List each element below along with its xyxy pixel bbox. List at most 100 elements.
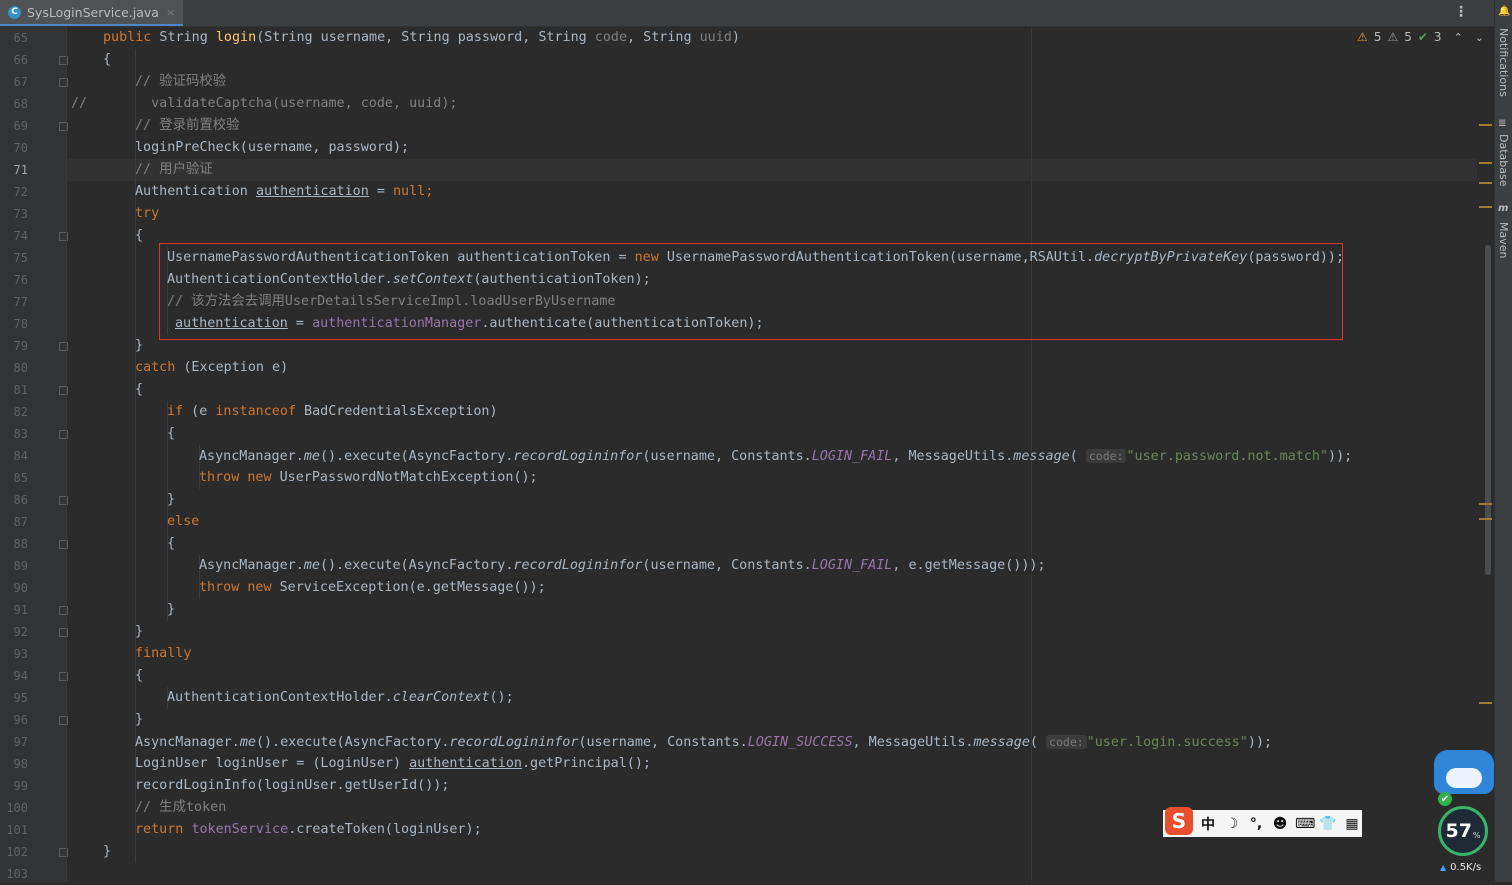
line-number[interactable]: 88 (0, 533, 28, 555)
skin-shirt-icon[interactable]: 👕 (1319, 816, 1337, 832)
code-line-82: if (e instanceof BadCredentialsException… (167, 404, 498, 419)
error-stripe-mark[interactable] (1479, 702, 1492, 704)
line-number[interactable]: 93 (0, 643, 28, 665)
code-line-91: } (167, 602, 176, 617)
close-tab-icon[interactable]: × (166, 6, 175, 19)
line-number[interactable]: 66 (0, 49, 28, 71)
line-number[interactable]: 76 (0, 269, 28, 291)
maven-panel-button[interactable]: Maven (1497, 222, 1510, 258)
code-line-72: Authentication authentication = null; (135, 184, 434, 199)
line-number[interactable]: 100 (0, 797, 28, 819)
code-line-90: throw new ServiceException(e.getMessage(… (199, 580, 546, 595)
cpu-percent-value: 57 (1445, 820, 1472, 842)
weak-warning-icon: ⚠ (1387, 30, 1399, 44)
line-number[interactable]: 81 (0, 379, 28, 401)
error-stripe-mark[interactable] (1479, 518, 1492, 520)
ime-toolbar[interactable]: S 中 ☽ °, ☻ ⌨ 👕 ▦ (1163, 806, 1362, 837)
database-panel-button[interactable]: Database (1497, 134, 1510, 187)
line-number[interactable]: 96 (0, 709, 28, 731)
inspection-summary[interactable]: ⚠ 5 ⚠ 5 ✔ 3 ⌃ ⌄ (1357, 30, 1484, 44)
code-editor[interactable]: public String login(String username, Str… (67, 27, 1494, 882)
robot-mascot-icon (1434, 750, 1494, 794)
line-number[interactable]: 102 (0, 841, 28, 863)
line-number[interactable]: 82 (0, 401, 28, 423)
line-number[interactable]: 77 (0, 291, 28, 313)
line-number[interactable]: 90 (0, 577, 28, 599)
notifications-panel-button[interactable]: Notifications (1497, 28, 1510, 97)
code-line-69: // 登录前置校验 (135, 118, 240, 133)
error-stripe-mark[interactable] (1479, 124, 1492, 126)
code-line-101: return tokenService.createToken(loginUse… (135, 822, 482, 837)
line-number[interactable]: 79 (0, 335, 28, 357)
error-stripe-mark[interactable] (1479, 182, 1492, 184)
ime-mode-toggle[interactable]: 中 (1199, 814, 1217, 834)
line-number[interactable]: 74 (0, 225, 28, 247)
emoji-icon[interactable]: ☻ (1271, 816, 1289, 832)
code-line-68: validateCaptcha(username, code, uuid); (135, 96, 458, 111)
code-line-88: { (167, 536, 176, 551)
code-line-100: // 生成token (135, 800, 227, 815)
weak-warning-count: 5 (1404, 30, 1412, 44)
code-line-74: { (135, 228, 144, 243)
warning-icon: ⚠ (1357, 30, 1368, 44)
code-line-66: { (103, 52, 112, 67)
percent-sign: % (1472, 830, 1481, 840)
code-line-65: public String login(String username, Str… (103, 30, 740, 45)
line-number[interactable]: 68 (0, 93, 28, 115)
code-line-94: { (135, 668, 144, 683)
line-number[interactable]: 98 (0, 753, 28, 775)
line-number-gutter: 65 66 67 68 69 70 71 72 73 74 75 76 77 78 79 80 81 82 83 84… (0, 27, 68, 882)
line-number[interactable]: 94 (0, 665, 28, 687)
half-width-moon-icon[interactable]: ☽ (1223, 816, 1241, 832)
sogou-logo-icon[interactable]: S (1165, 806, 1193, 835)
java-class-icon: C (8, 5, 21, 19)
parameter-hint: code: (1046, 735, 1087, 749)
notifications-bell-icon[interactable]: 🔔 (1498, 6, 1510, 17)
line-number[interactable]: 97 (0, 731, 28, 753)
toolbox-grid-icon[interactable]: ▦ (1343, 816, 1361, 832)
line-number[interactable]: 70 (0, 137, 28, 159)
line-number[interactable]: 92 (0, 621, 28, 643)
line-number[interactable]: 91 (0, 599, 28, 621)
scrollbar-thumb[interactable] (1485, 245, 1491, 575)
line-number[interactable]: 87 (0, 511, 28, 533)
line-number[interactable]: 71 (0, 159, 28, 181)
line-number[interactable]: 69 (0, 115, 28, 137)
cpu-gauge: 57% (1438, 806, 1488, 856)
line-number[interactable]: 89 (0, 555, 28, 577)
line-number[interactable]: 85 (0, 467, 28, 489)
line-number[interactable]: 86 (0, 489, 28, 511)
line-number[interactable]: 78 (0, 313, 28, 335)
editor-tab-bar: C SysLoginService.java × ⋮ (0, 0, 1494, 27)
error-stripe-mark[interactable] (1479, 206, 1492, 208)
right-tool-strip (1494, 0, 1512, 882)
punctuation-icon[interactable]: °, (1247, 816, 1265, 832)
tab-syslogin-service[interactable]: C SysLoginService.java × (0, 0, 184, 26)
line-number[interactable]: 99 (0, 775, 28, 797)
line-number[interactable]: 95 (0, 687, 28, 709)
system-monitor-widget[interactable]: ✔ 57% ▲ 0.5K/s (1432, 748, 1496, 882)
line-number[interactable]: 83 (0, 423, 28, 445)
line-number[interactable]: 72 (0, 181, 28, 203)
database-icon[interactable]: ≣ (1498, 118, 1506, 129)
keyboard-icon[interactable]: ⌨ (1295, 816, 1315, 832)
line-number[interactable]: 73 (0, 203, 28, 225)
code-line-92: } (135, 624, 144, 639)
line-number[interactable]: 101 (0, 819, 28, 841)
maven-icon[interactable]: m (1498, 203, 1508, 214)
code-line-86: } (167, 492, 176, 507)
code-line-73: try (135, 206, 160, 221)
code-line-67: // 验证码校验 (135, 74, 227, 89)
line-number[interactable]: 84 (0, 445, 28, 467)
previous-highlight-icon[interactable]: ⌃ (1454, 31, 1463, 44)
line-number[interactable]: 65 (0, 27, 28, 49)
code-line-80: catch (Exception e) (135, 360, 289, 375)
error-stripe-mark[interactable] (1479, 162, 1492, 164)
code-line-84: AsyncManager.me().execute(AsyncFactory.r… (199, 449, 1353, 464)
line-number[interactable]: 75 (0, 247, 28, 269)
line-number[interactable]: 80 (0, 357, 28, 379)
error-stripe-mark[interactable] (1479, 503, 1492, 505)
more-options-icon[interactable]: ⋮ (1454, 4, 1468, 20)
line-number[interactable]: 67 (0, 71, 28, 93)
code-line-70: loginPreCheck(username, password); (135, 140, 410, 155)
